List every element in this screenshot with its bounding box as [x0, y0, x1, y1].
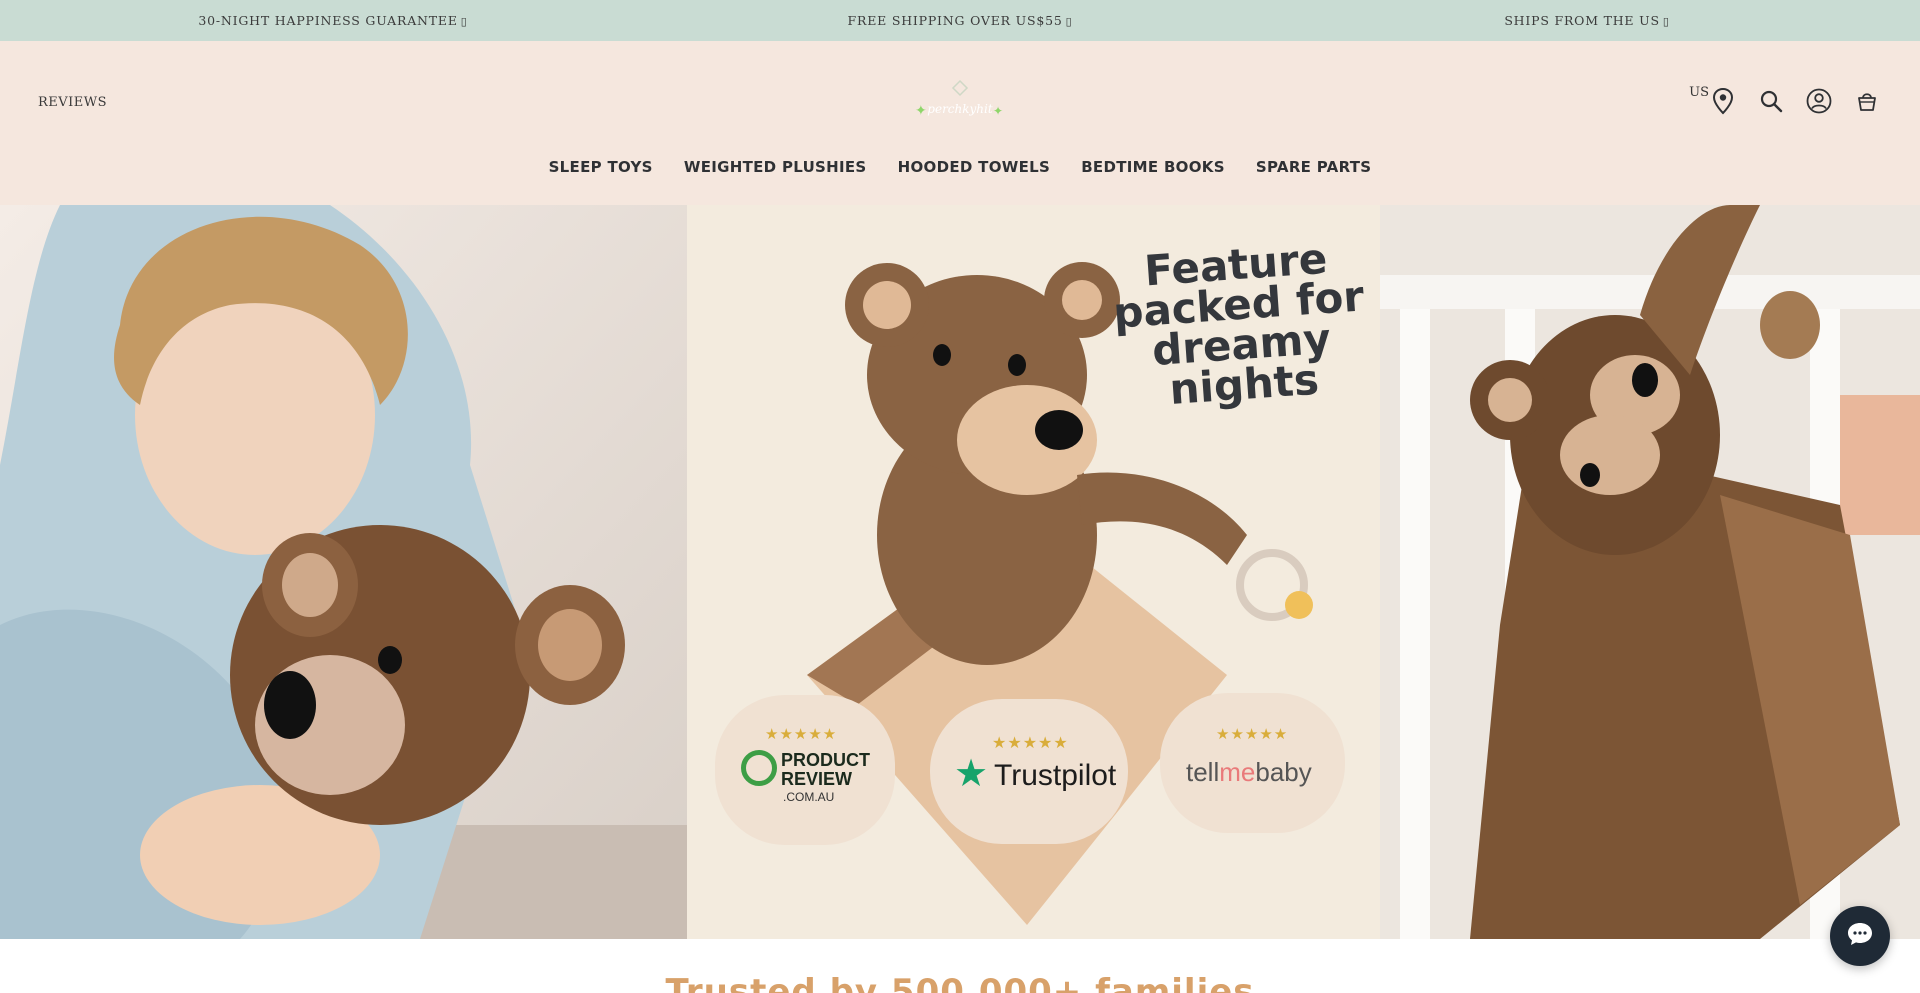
svg-text:✦: ✦	[915, 103, 927, 119]
hero-photo-child-with-bear	[0, 205, 687, 939]
announcement-text: SHIPS FROM THE US	[1504, 13, 1660, 28]
tellmebaby-name: tellmebaby	[1186, 757, 1312, 788]
section-heading: Trusted by 500,000+ families	[665, 972, 1255, 993]
tellmebaby-part-b: me	[1219, 757, 1256, 787]
nav-bedtime-books[interactable]: BEDTIME BOOKS	[1081, 158, 1225, 176]
announcement-text: FREE SHIPPING OVER US$55	[847, 13, 1063, 28]
reviews-link[interactable]: REVIEWS	[38, 95, 107, 110]
trustpilot-star-icon: ★	[954, 751, 989, 795]
productreview-line3: .COM.AU	[783, 790, 835, 804]
announcement-guarantee[interactable]: 30-NIGHT HAPPINESS GUARANTEE ▯	[198, 0, 467, 41]
nav-sleep-toys[interactable]: SLEEP TOYS	[549, 158, 653, 176]
logo-wordmark: perchkyhit	[927, 102, 993, 116]
announcement-shipping[interactable]: FREE SHIPPING OVER US$55 ▯	[848, 0, 1073, 41]
account-icon[interactable]	[1806, 87, 1832, 115]
rating-stars: ★★★★★	[992, 733, 1069, 752]
productreview-line2: REVIEW	[781, 769, 853, 789]
search-icon[interactable]	[1758, 87, 1784, 115]
nav-spare-parts[interactable]: SPARE PARTS	[1256, 158, 1372, 176]
announcement-text: 30-NIGHT HAPPINESS GUARANTEE	[198, 13, 458, 28]
nav-hooded-towels[interactable]: HOODED TOWELS	[898, 158, 1050, 176]
hero-feature-headline: Feature packed for dreamy nights	[1095, 234, 1385, 414]
region-selector[interactable]: US	[1689, 85, 1736, 115]
cart-icon[interactable]	[1854, 87, 1880, 115]
chat-bubble-icon	[1845, 920, 1875, 952]
tellmebaby-part-c: baby	[1255, 757, 1312, 787]
announcement-emoji-icon: ▯	[460, 15, 468, 28]
header-actions: US	[1689, 85, 1880, 115]
location-pin-icon	[1710, 87, 1736, 115]
trustpilot-name: Trustpilot	[994, 759, 1117, 792]
rating-stars: ★★★★★	[765, 725, 838, 743]
main-nav: SLEEP TOYS WEIGHTED PLUSHIES HOODED TOWE…	[0, 157, 1920, 176]
site-logo[interactable]: ✦ ✦ perchkyhit	[905, 77, 1015, 127]
chat-launcher-button[interactable]	[1830, 906, 1890, 966]
region-label: US	[1689, 85, 1709, 100]
svg-text:✦: ✦	[993, 104, 1003, 118]
rating-stars: ★★★★★	[1216, 725, 1289, 743]
announcement-emoji-icon: ▯	[1662, 15, 1670, 28]
announcement-bar: 30-NIGHT HAPPINESS GUARANTEE ▯ FREE SHIPP…	[0, 0, 1920, 41]
nav-weighted-plushies[interactable]: WEIGHTED PLUSHIES	[684, 158, 867, 176]
trustpilot-badge: ★★★★★ ★ Trustpilot	[930, 699, 1128, 844]
productreview-line1: PRODUCT	[781, 750, 870, 770]
tellmebaby-part-a: tell	[1186, 757, 1220, 787]
site-header: REVIEWS ✦ ✦ perchkyhit US SLEEP TOYS WEI…	[0, 41, 1920, 205]
announcement-emoji-icon: ▯	[1065, 15, 1073, 28]
productreview-badge: ★★★★★ PRODUCT REVIEW .COM.AU	[715, 695, 895, 845]
hero-banner[interactable]: ★★★★★ PRODUCT REVIEW .COM.AU ★★★★★ ★ Tru…	[0, 205, 1920, 939]
productreview-icon	[741, 750, 777, 786]
hero-photo-monkey-in-crib	[1380, 205, 1920, 939]
tellmebaby-badge: ★★★★★ tellmebaby	[1160, 693, 1345, 833]
announcement-ships-from[interactable]: SHIPS FROM THE US ▯	[1504, 0, 1669, 41]
